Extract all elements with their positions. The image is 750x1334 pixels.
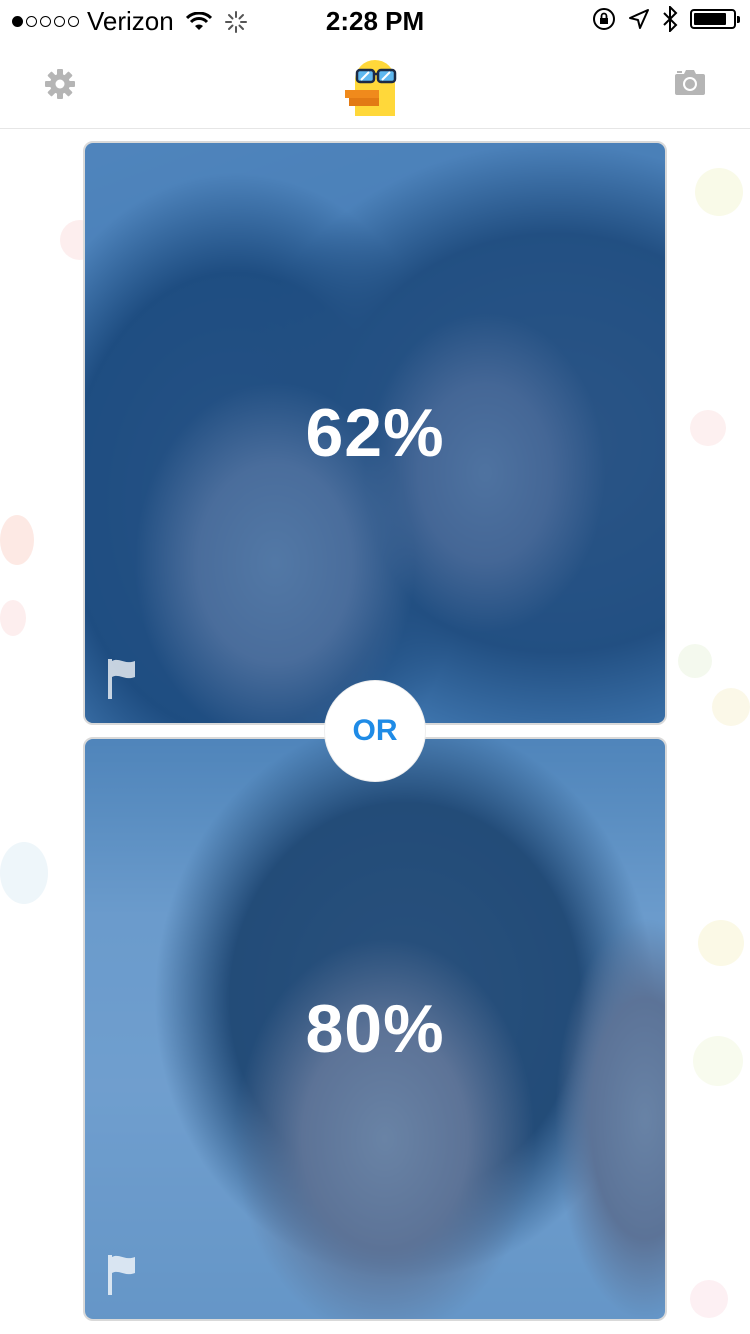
flag-icon[interactable] bbox=[107, 1253, 137, 1297]
battery-icon bbox=[690, 9, 740, 29]
background-dot bbox=[698, 920, 744, 966]
vote-percentage: 80% bbox=[305, 991, 445, 1067]
flag-icon[interactable] bbox=[107, 657, 137, 701]
gear-icon[interactable] bbox=[44, 68, 76, 100]
status-bar: Verizon 2:28 PM bbox=[0, 0, 750, 40]
background-dot bbox=[0, 515, 34, 565]
location-arrow-icon bbox=[629, 9, 649, 29]
background-dot bbox=[693, 1036, 743, 1086]
photo-option-card-bottom[interactable]: 80% bbox=[83, 737, 667, 1321]
background-dot bbox=[712, 688, 750, 726]
vote-percentage: 62% bbox=[305, 395, 445, 471]
photo-option-card-top[interactable]: 62% bbox=[83, 141, 667, 725]
duck-with-sunglasses-logo bbox=[345, 60, 397, 116]
background-dot bbox=[690, 410, 726, 446]
rotation-lock-icon bbox=[593, 8, 615, 30]
background-dot bbox=[690, 1280, 728, 1318]
background-dot bbox=[695, 168, 743, 216]
or-badge: OR bbox=[325, 681, 425, 781]
camera-icon[interactable] bbox=[674, 68, 706, 96]
background-dot bbox=[0, 842, 48, 904]
or-label: OR bbox=[352, 714, 398, 747]
nav-bar bbox=[0, 40, 750, 129]
background-dot bbox=[0, 600, 26, 636]
bluetooth-icon bbox=[663, 6, 678, 32]
background-dot bbox=[678, 644, 712, 678]
